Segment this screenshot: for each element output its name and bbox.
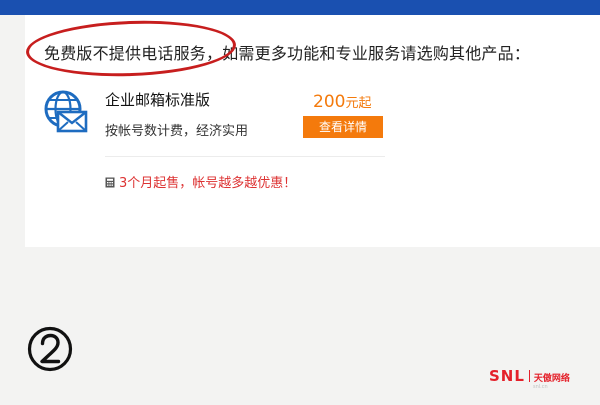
logo-chinese: 天傲网络 — [533, 374, 570, 384]
promo-line: 3个月起售，帐号越多越优惠！ — [105, 172, 296, 191]
price-unit: 元起 — [345, 96, 372, 111]
promo-text: 3个月起售，帐号越多越优惠！ — [119, 176, 297, 191]
logo-brand: SNL — [489, 367, 525, 385]
top-bar — [0, 0, 600, 15]
logo-url: snl.cn — [533, 384, 548, 390]
view-details-button[interactable]: 查看详情 — [303, 116, 383, 138]
mail-globe-icon — [44, 90, 88, 133]
product-price: 200元起 — [313, 92, 371, 112]
calculator-icon — [105, 177, 115, 188]
circled-two-icon — [27, 326, 73, 372]
product-description: 按帐号数计费，经济实用 — [105, 124, 249, 139]
product-title: 企业邮箱标准版 — [105, 91, 211, 109]
divider — [105, 156, 385, 157]
notice-rest: ，如需更多功能和专业服务请选购其他产品： — [206, 44, 531, 63]
brand-logo: SNL 天傲网络 — [489, 368, 570, 384]
price-amount: 200 — [313, 92, 346, 112]
logo-separator — [528, 370, 530, 382]
